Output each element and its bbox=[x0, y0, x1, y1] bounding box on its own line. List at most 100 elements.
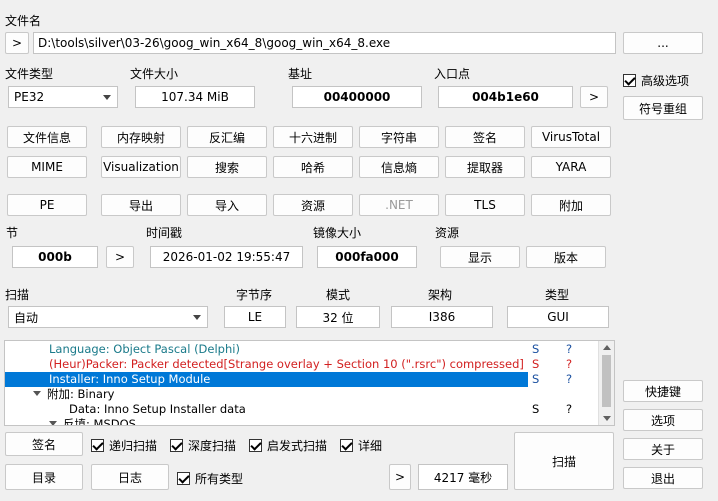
file-name-label: 文件名 bbox=[5, 14, 42, 28]
result-text: Language: Object Pascal (Delphi) bbox=[49, 342, 240, 356]
advanced-options-checkbox[interactable]: 高级选项 bbox=[623, 72, 689, 89]
heuristic-scan-checkbox[interactable]: 启发式扫描 bbox=[249, 437, 327, 454]
tool-memory-map[interactable]: 内存映射 bbox=[101, 126, 181, 148]
endianness-value: LE bbox=[224, 306, 286, 328]
tls-button[interactable]: TLS bbox=[445, 194, 525, 216]
tool-yara[interactable]: YARA bbox=[531, 156, 611, 178]
expand-arrow-icon[interactable] bbox=[49, 421, 57, 425]
result-text: 附加: Binary bbox=[47, 387, 115, 401]
timestamp-label: 时间戳 bbox=[146, 226, 183, 240]
chevron-down-icon bbox=[103, 95, 111, 100]
architecture-value: I386 bbox=[391, 306, 493, 328]
verbose-checkbox[interactable]: 详细 bbox=[340, 437, 382, 454]
result-info[interactable]: ? bbox=[566, 342, 572, 357]
scroll-down-arrow-icon[interactable] bbox=[603, 416, 611, 421]
scroll-thumb[interactable] bbox=[602, 355, 611, 407]
file-type-select[interactable]: PE32 bbox=[8, 86, 118, 108]
tool-extractor[interactable]: 提取器 bbox=[445, 156, 525, 178]
scan-button[interactable]: 扫描 bbox=[514, 432, 614, 490]
resources-button[interactable]: 资源 bbox=[273, 194, 353, 216]
signatures-button[interactable]: 签名 bbox=[5, 432, 83, 456]
options-button[interactable]: 选项 bbox=[623, 409, 703, 431]
expand-arrow-icon[interactable] bbox=[33, 391, 41, 396]
section-label: 节 bbox=[6, 226, 19, 240]
tool-file-info[interactable]: 文件信息 bbox=[7, 126, 87, 148]
file-type-label: 文件类型 bbox=[5, 67, 54, 81]
result-info[interactable]: ? bbox=[566, 372, 572, 387]
entry-point-go-button[interactable]: > bbox=[580, 86, 608, 108]
browse-button[interactable]: > bbox=[5, 32, 29, 54]
mode-value: 32 位 bbox=[296, 306, 380, 328]
result-info[interactable]: ? bbox=[566, 357, 572, 372]
result-status: S bbox=[532, 372, 540, 386]
recursive-scan-checkbox[interactable]: 递归扫描 bbox=[91, 437, 157, 454]
tool-virustotal[interactable]: VirusTotal bbox=[531, 126, 611, 148]
tool-hex[interactable]: 十六进制 bbox=[273, 126, 353, 148]
tree-row[interactable]: 附加: Binary bbox=[5, 387, 598, 402]
deep-scan-checkbox[interactable]: 深度扫描 bbox=[170, 437, 236, 454]
entry-point-label: 入口点 bbox=[434, 67, 471, 81]
type-value: GUI bbox=[507, 306, 609, 328]
chevron-down-icon bbox=[193, 315, 201, 320]
result-text: Data: Inno Setup Installer data bbox=[69, 402, 246, 416]
scan-mode-value: 自动 bbox=[14, 310, 39, 325]
resources-version-button[interactable]: 版本 bbox=[526, 246, 606, 268]
tree-row-status: S ? bbox=[529, 372, 598, 387]
dotnet-button[interactable]: .NET bbox=[359, 194, 439, 216]
imports-button[interactable]: 导入 bbox=[187, 194, 267, 216]
elapsed-go-button[interactable]: > bbox=[389, 464, 411, 490]
check-icon bbox=[177, 472, 190, 485]
resources-label: 资源 bbox=[435, 226, 460, 240]
overlay-button[interactable]: 附加 bbox=[531, 194, 611, 216]
tree-row-selected[interactable]: Installer: Inno Setup Module bbox=[5, 372, 528, 387]
tool-search[interactable]: 搜索 bbox=[187, 156, 267, 178]
file-size-label: 文件大小 bbox=[130, 67, 179, 81]
all-types-checkbox[interactable]: 所有类型 bbox=[177, 470, 243, 487]
image-size-value: 000fa000 bbox=[317, 246, 417, 268]
verbose-label: 详细 bbox=[358, 439, 383, 453]
resources-show-button[interactable]: 显示 bbox=[440, 246, 520, 268]
all-types-label: 所有类型 bbox=[195, 472, 244, 486]
deep-scan-label: 深度扫描 bbox=[188, 439, 237, 453]
timestamp-value: 2026-01-02 19:55:47 bbox=[150, 246, 303, 268]
shortcuts-button[interactable]: 快捷键 bbox=[623, 380, 703, 402]
sections-go-button[interactable]: > bbox=[106, 246, 134, 268]
exports-button[interactable]: 导出 bbox=[101, 194, 181, 216]
advanced-options-label: 高级选项 bbox=[641, 74, 690, 88]
elapsed-time-value: 4217 毫秒 bbox=[418, 464, 508, 490]
scan-results-tree[interactable]: Language: Object Pascal (Delphi) S ? (He… bbox=[4, 340, 615, 426]
tree-row[interactable]: (Heur)Packer: Packer detected[Strange ov… bbox=[5, 357, 598, 372]
tool-mime[interactable]: MIME bbox=[7, 156, 87, 178]
symbol-rebuild-button[interactable]: 符号重组 bbox=[623, 96, 703, 120]
result-text: 反填: MSDOS bbox=[63, 417, 136, 426]
tool-signatures[interactable]: 签名 bbox=[445, 126, 525, 148]
tool-visualization[interactable]: Visualization bbox=[101, 156, 181, 178]
tool-hash[interactable]: 哈希 bbox=[273, 156, 353, 178]
image-size-label: 镜像大小 bbox=[313, 226, 362, 240]
tool-strings[interactable]: 字符串 bbox=[359, 126, 439, 148]
scan-label: 扫描 bbox=[5, 288, 30, 302]
tool-disassembly[interactable]: 反汇编 bbox=[187, 126, 267, 148]
architecture-label: 架构 bbox=[428, 288, 453, 302]
check-icon bbox=[249, 439, 262, 452]
tree-row[interactable]: Language: Object Pascal (Delphi) S ? bbox=[5, 342, 598, 357]
directory-button[interactable]: 目录 bbox=[5, 464, 83, 490]
result-info[interactable]: ? bbox=[566, 402, 572, 417]
result-status: S bbox=[532, 357, 540, 371]
about-button[interactable]: 关于 bbox=[623, 438, 703, 460]
exit-button[interactable]: 退出 bbox=[623, 467, 703, 489]
tool-entropy[interactable]: 信息熵 bbox=[359, 156, 439, 178]
log-button[interactable]: 日志 bbox=[91, 464, 169, 490]
tree-row[interactable]: 反填: MSDOS bbox=[5, 417, 598, 426]
file-type-value: PE32 bbox=[14, 90, 45, 104]
file-path-input[interactable]: D:\tools\silver\03-26\goog_win_x64_8\goo… bbox=[33, 32, 616, 54]
scan-mode-select[interactable]: 自动 bbox=[8, 306, 208, 328]
check-icon bbox=[91, 439, 104, 452]
tree-scrollbar[interactable] bbox=[598, 341, 614, 425]
tree-row[interactable]: Data: Inno Setup Installer data S ? bbox=[5, 402, 598, 417]
scroll-up-arrow-icon[interactable] bbox=[603, 345, 611, 350]
base-address-value: 00400000 bbox=[292, 86, 422, 108]
more-button[interactable]: ... bbox=[623, 32, 703, 54]
pe-button[interactable]: PE bbox=[7, 194, 87, 216]
check-icon bbox=[623, 74, 636, 87]
